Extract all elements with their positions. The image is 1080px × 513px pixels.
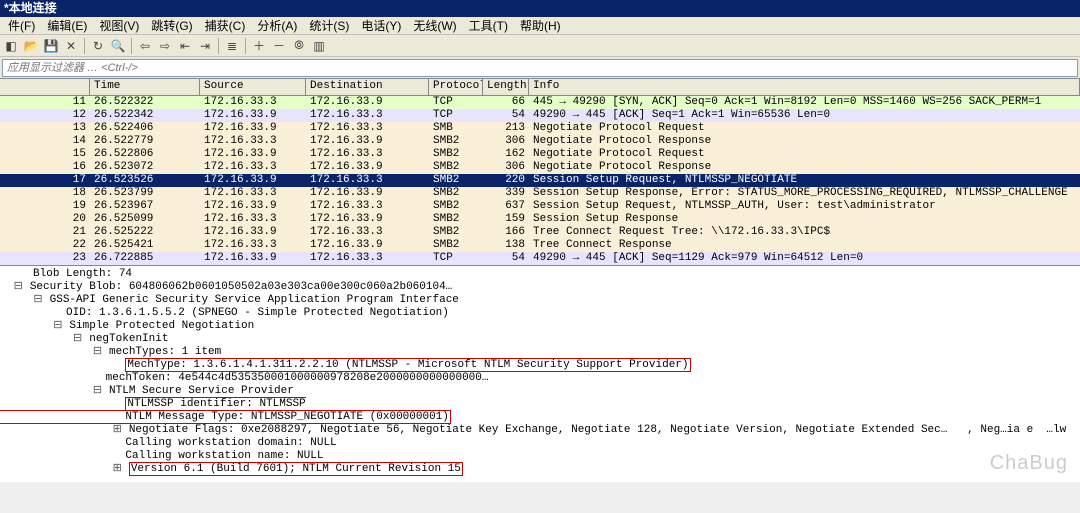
go-last-icon[interactable]: ⇥ (196, 37, 214, 55)
expand-icon[interactable]: ⊟ (33, 294, 43, 307)
menu-help[interactable]: 帮助(H) (514, 17, 567, 34)
col-proto[interactable]: Protocol (429, 79, 483, 95)
file-icon[interactable]: ◧ (2, 37, 20, 55)
menu-wireless[interactable]: 无线(W) (407, 17, 462, 34)
expand-icon[interactable]: ⊟ (13, 281, 23, 294)
save-icon[interactable]: 💾 (42, 37, 60, 55)
resize-cols-icon[interactable]: ▥ (310, 37, 328, 55)
packet-row[interactable]: 1826.523799172.16.33.3172.16.33.9SMB2339… (0, 187, 1080, 200)
menu-capture[interactable]: 捕获(C) (199, 17, 252, 34)
go-fwd-icon[interactable]: ⇨ (156, 37, 174, 55)
packet-row[interactable]: 2226.525421172.16.33.3172.16.33.9SMB2138… (0, 239, 1080, 252)
toolbar: ◧ 📂 💾 ✕ ↻ 🔍 ⇦ ⇨ ⇤ ⇥ ≣ ＋ － ⦾ ▥ (0, 35, 1080, 57)
menu-stats[interactable]: 统计(S) (303, 17, 355, 34)
highlighted-field: NTLMSSP identifier: NTLMSSP NTLM Message… (0, 397, 451, 424)
packet-row[interactable]: 1226.522342172.16.33.9172.16.33.3TCP5449… (0, 109, 1080, 122)
zoom-out-icon[interactable]: － (270, 37, 288, 55)
packet-row[interactable]: 1426.522779172.16.33.3172.16.33.9SMB2306… (0, 135, 1080, 148)
tree-line[interactable]: ⊟ Simple Protected Negotiation (0, 320, 1080, 333)
go-back-icon[interactable]: ⇦ (136, 37, 154, 55)
packet-row[interactable]: 1726.523526172.16.33.9172.16.33.3SMB2220… (0, 174, 1080, 187)
zoom-reset-icon[interactable]: ⦾ (290, 37, 308, 55)
tree-line[interactable]: Blob Length: 74 (0, 268, 1080, 281)
menu-analyze[interactable]: 分析(A) (251, 17, 303, 34)
window-title: *本地连接 (4, 1, 57, 15)
folder-open-icon[interactable]: 📂 (22, 37, 40, 55)
separator (84, 38, 85, 54)
find-icon[interactable]: 🔍 (109, 37, 127, 55)
tree-line[interactable]: ⊞ Version 6.1 (Build 7601); NTLM Current… (0, 463, 1080, 476)
packet-row[interactable]: 1126.522322172.16.33.3172.16.33.9TCP6644… (0, 96, 1080, 109)
expand-icon[interactable]: ⊟ (53, 320, 63, 333)
menu-go[interactable]: 跳转(G) (145, 17, 198, 34)
packet-row[interactable]: 1526.522806172.16.33.9172.16.33.3SMB2162… (0, 148, 1080, 161)
separator (131, 38, 132, 54)
menu-view[interactable]: 视图(V) (93, 17, 145, 34)
collapse-icon[interactable]: ⊞ (112, 463, 122, 476)
tree-line[interactable]: MechType: 1.3.6.1.4.1.311.2.2.10 (NTLMSS… (0, 359, 1080, 372)
display-filter-input[interactable] (2, 59, 1078, 77)
packet-details[interactable]: Blob Length: 74 ⊟ Security Blob: 6048060… (0, 265, 1080, 482)
col-len[interactable]: Length (483, 79, 529, 95)
separator (218, 38, 219, 54)
packet-row[interactable]: 1926.523967172.16.33.9172.16.33.3SMB2637… (0, 200, 1080, 213)
col-dst[interactable]: Destination (306, 79, 429, 95)
packet-row[interactable]: 2326.722885172.16.33.9172.16.33.3TCP5449… (0, 252, 1080, 265)
packet-row[interactable]: 2126.525222172.16.33.9172.16.33.3SMB2166… (0, 226, 1080, 239)
tree-line[interactable]: ⊞ Negotiate Flags: 0xe2088297, Negotiate… (0, 424, 1080, 437)
display-filter-bar (0, 57, 1080, 79)
expand-icon[interactable]: ⊟ (92, 385, 102, 398)
highlighted-field: Version 6.1 (Build 7601); NTLM Current R… (129, 462, 463, 476)
zoom-in-icon[interactable]: ＋ (250, 37, 268, 55)
tree-line[interactable]: ⊟ GSS-API Generic Security Service Appli… (0, 294, 1080, 307)
packet-row[interactable]: 1326.522406172.16.33.9172.16.33.3SMB213N… (0, 122, 1080, 135)
expand-icon[interactable]: ⊟ (92, 346, 102, 359)
tree-line[interactable]: ⊟ negTokenInit (0, 333, 1080, 346)
menu-telephony[interactable]: 电话(Y) (355, 17, 407, 34)
tree-line[interactable]: Calling workstation domain: NULL (0, 437, 1080, 450)
separator (245, 38, 246, 54)
tree-line[interactable]: mechToken: 4e544c4d535350001000000978208… (0, 372, 1080, 385)
menubar: 件(F) 编辑(E) 视图(V) 跳转(G) 捕获(C) 分析(A) 统计(S)… (0, 17, 1080, 35)
window-titlebar: *本地连接 (0, 0, 1080, 17)
packet-list-header: Time Source Destination Protocol Length … (0, 79, 1080, 96)
collapse-icon[interactable]: ⊞ (112, 424, 122, 437)
tree-line[interactable]: ⊟ Security Blob: 604806062b0601050502a03… (0, 281, 1080, 294)
packet-row[interactable]: 1626.523072172.16.33.3172.16.33.9SMB2306… (0, 161, 1080, 174)
menu-tools[interactable]: 工具(T) (463, 17, 514, 34)
menu-file[interactable]: 件(F) (2, 17, 41, 34)
reload-icon[interactable]: ↻ (89, 37, 107, 55)
tree-line[interactable]: NTLMSSP identifier: NTLMSSP NTLM Message… (0, 398, 1080, 424)
col-no[interactable] (0, 79, 90, 95)
autoscroll-icon[interactable]: ≣ (223, 37, 241, 55)
tree-line[interactable]: OID: 1.3.6.1.5.5.2 (SPNEGO - Simple Prot… (0, 307, 1080, 320)
col-time[interactable]: Time (90, 79, 200, 95)
col-info[interactable]: Info (529, 79, 1080, 95)
close-icon[interactable]: ✕ (62, 37, 80, 55)
expand-icon[interactable]: ⊟ (73, 333, 83, 346)
go-first-icon[interactable]: ⇤ (176, 37, 194, 55)
packet-row[interactable]: 2026.525099172.16.33.3172.16.33.9SMB2159… (0, 213, 1080, 226)
packet-list[interactable]: Time Source Destination Protocol Length … (0, 79, 1080, 265)
col-src[interactable]: Source (200, 79, 306, 95)
menu-edit[interactable]: 编辑(E) (41, 17, 93, 34)
highlighted-field: MechType: 1.3.6.1.4.1.311.2.2.10 (NTLMSS… (125, 358, 690, 372)
